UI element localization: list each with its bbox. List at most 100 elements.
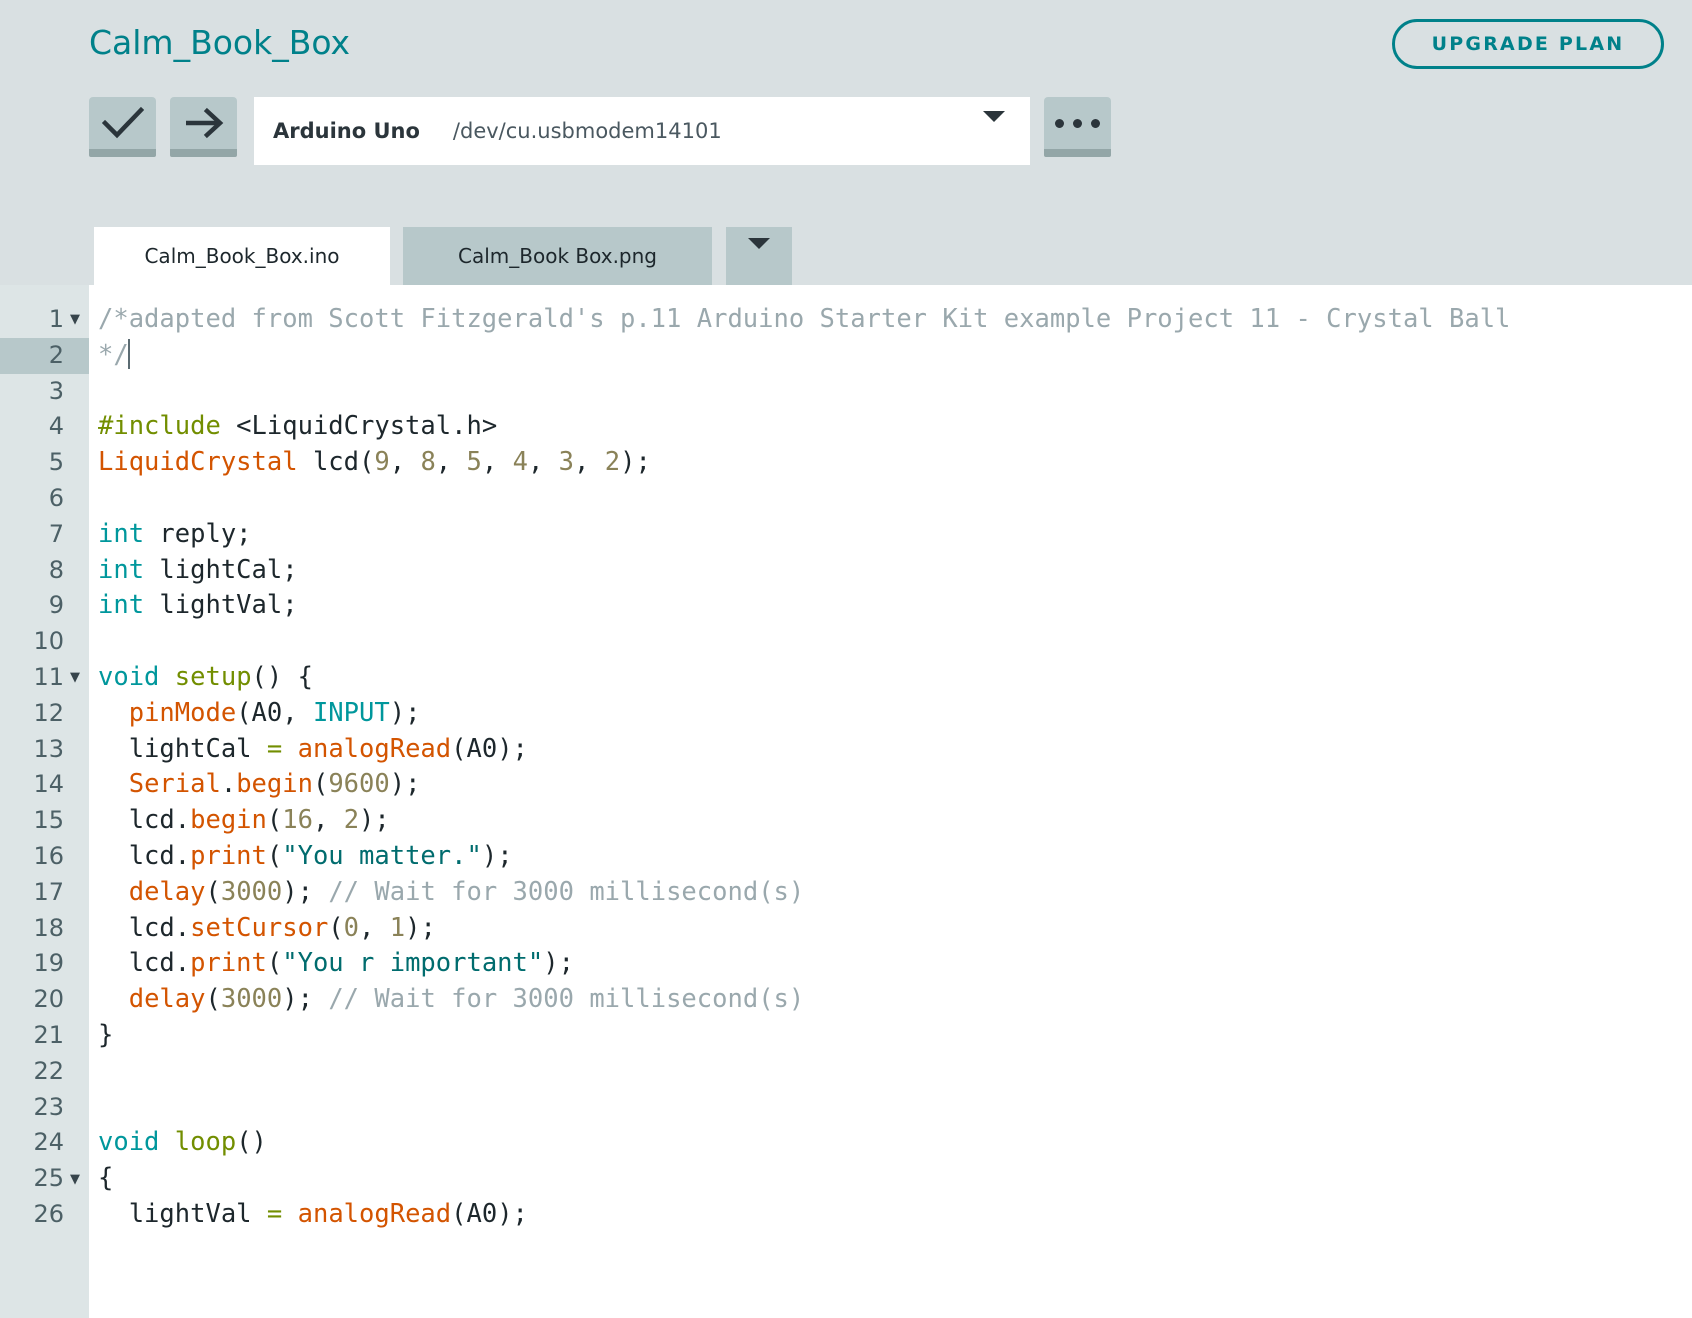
upgrade-plan-button[interactable]: UPGRADE PLAN (1392, 19, 1664, 69)
code-line[interactable]: 16▼ lcd.print("You matter."); (0, 839, 1692, 875)
code-token: , (312, 805, 344, 836)
code-token: 0 (343, 912, 360, 943)
code-line-content[interactable]: lcd.begin(16, 2); (89, 803, 390, 839)
line-number: 21▼ (0, 1018, 89, 1054)
code-line[interactable]: 25 ▼ { (0, 1161, 1692, 1197)
code-line-content[interactable]: { (89, 1161, 113, 1197)
board-port-selector[interactable]: Arduino Uno /dev/cu.usbmodem14101 (254, 97, 1030, 165)
code-token: begin (236, 769, 313, 800)
code-token: = (266, 733, 283, 764)
code-line-content[interactable]: pinMode(A0, INPUT); (89, 696, 421, 732)
code-line-content[interactable]: int reply; (89, 517, 252, 553)
code-line[interactable]: 13▼ lightCal = analogRead(A0); (0, 732, 1692, 768)
code-line[interactable]: 12▼ pinMode(A0, INPUT); (0, 696, 1692, 732)
code-line[interactable]: 15▼ lcd.begin(16, 2); (0, 803, 1692, 839)
code-line-content[interactable]: LiquidCrystal lcd(9, 8, 5, 4, 3, 2); (89, 445, 651, 481)
line-number: 10▼ (0, 624, 89, 660)
code-line[interactable]: 20▼ delay(3000); // Wait for 3000 millis… (0, 982, 1692, 1018)
code-line[interactable]: 19▼ lcd.print("You r important"); (0, 946, 1692, 982)
code-token: */ (98, 339, 129, 370)
code-line[interactable]: 11 ▼ void setup() { (0, 660, 1692, 696)
code-token: print (190, 840, 267, 871)
line-number-text: 11 (33, 662, 64, 691)
code-line[interactable]: 26▼ lightVal = analogRead(A0); (0, 1197, 1692, 1233)
code-token: pinMode (128, 697, 237, 728)
code-token: ( (266, 840, 283, 871)
code-line-content[interactable]: void loop() (89, 1125, 267, 1161)
code-line[interactable]: 21▼} (0, 1018, 1692, 1054)
code-line-content[interactable]: void setup() { (89, 660, 313, 696)
code-line[interactable]: 18▼ lcd.setCursor(0, 1); (0, 911, 1692, 947)
code-line[interactable]: 6▼ (0, 481, 1692, 517)
code-token: ( (312, 769, 329, 800)
code-token: lcd( (297, 447, 375, 478)
code-line-content[interactable]: lcd.setCursor(0, 1); (89, 911, 436, 947)
fold-triangle-icon[interactable]: ▼ (68, 671, 82, 684)
line-number: 19▼ (0, 946, 89, 982)
tab-dropdown-button[interactable] (726, 227, 792, 285)
code-line-content[interactable]: int lightCal; (89, 553, 298, 589)
chevron-down-icon[interactable] (983, 111, 1005, 140)
code-line-content[interactable]: lcd.print("You matter."); (89, 839, 513, 875)
code-token: delay (128, 984, 206, 1015)
code-lines[interactable]: 1 ▼/*adapted from Scott Fitzgerald's p.11… (0, 285, 1692, 1233)
code-token: setCursor (190, 912, 329, 943)
verify-button[interactable] (89, 97, 156, 157)
code-token: (A0); (451, 1198, 528, 1229)
code-line[interactable]: 3▼ (0, 374, 1692, 410)
code-line[interactable]: 4▼#include <LiquidCrystal.h> (0, 409, 1692, 445)
code-token: lightCal; (144, 554, 298, 585)
editor-toolbar: Arduino Uno /dev/cu.usbmodem14101 (0, 88, 1692, 188)
code-token: ( (266, 805, 283, 836)
line-number-text: 9 (48, 591, 64, 620)
code-line-content[interactable]: } (89, 1018, 113, 1054)
code-token: "You matter." (282, 840, 482, 871)
code-line-content[interactable]: lightVal = analogRead(A0); (89, 1197, 528, 1233)
line-number-text: 5 (48, 448, 64, 477)
line-number: 1 ▼ (0, 302, 89, 338)
code-line[interactable]: 10▼ (0, 624, 1692, 660)
code-line-content[interactable]: delay(3000); // Wait for 3000 millisecon… (89, 982, 805, 1018)
code-line[interactable]: 22▼ (0, 1054, 1692, 1090)
code-line-content[interactable]: lightCal = analogRead(A0); (89, 732, 528, 768)
line-number-text: 4 (48, 412, 64, 441)
code-line[interactable]: 23▼ (0, 1090, 1692, 1126)
fold-triangle-icon[interactable]: ▼ (68, 313, 82, 326)
code-line-content[interactable]: */ (89, 338, 130, 374)
line-number-text: 13 (33, 734, 64, 763)
code-line[interactable]: 1 ▼/*adapted from Scott Fitzgerald's p.11… (0, 302, 1692, 338)
code-line[interactable]: 5▼LiquidCrystal lcd(9, 8, 5, 4, 3, 2); (0, 445, 1692, 481)
code-line[interactable]: 24▼void loop() (0, 1125, 1692, 1161)
code-token: lcd. (98, 805, 191, 836)
code-line-content[interactable]: /*adapted from Scott Fitzgerald's p.11 A… (89, 302, 1510, 338)
code-line[interactable]: 2▼ */ (0, 337, 1692, 374)
code-line[interactable]: 8▼int lightCal; (0, 553, 1692, 589)
code-line[interactable]: 9▼int lightVal; (0, 588, 1692, 624)
code-editor[interactable]: 1 ▼/*adapted from Scott Fitzgerald's p.11… (0, 285, 1692, 1318)
code-token: 3 (558, 447, 575, 478)
code-token: } (98, 1019, 114, 1050)
line-number: 14▼ (0, 767, 89, 803)
code-token: 8 (420, 447, 436, 478)
code-line[interactable]: 14▼ Serial.begin(9600); (0, 767, 1692, 803)
more-options-button[interactable] (1044, 97, 1111, 157)
code-token: ); (405, 912, 436, 943)
code-line[interactable]: 7▼int reply; (0, 517, 1692, 553)
code-line-content[interactable]: Serial.begin(9600); (89, 767, 421, 803)
fold-triangle-icon[interactable]: ▼ (68, 1173, 82, 1186)
code-line-content[interactable]: delay(3000); // Wait for 3000 millisecon… (89, 875, 805, 911)
code-line-content[interactable]: int lightVal; (89, 588, 298, 624)
upload-button[interactable] (170, 97, 237, 157)
code-token: 16 (282, 805, 313, 836)
code-line-content[interactable]: #include <LiquidCrystal.h> (89, 409, 497, 445)
tab-calm-book-box-png[interactable]: Calm_Book Box.png (403, 227, 712, 285)
code-token: , (389, 447, 421, 478)
line-number-text: 26 (33, 1199, 64, 1228)
code-line[interactable]: 17▼ delay(3000); // Wait for 3000 millis… (0, 875, 1692, 911)
line-number-text: 8 (48, 555, 64, 584)
code-token: loop (174, 1127, 237, 1158)
code-line-content[interactable]: lcd.print("You r important"); (89, 946, 574, 982)
tab-calm-book-box-ino[interactable]: Calm_Book_Box.ino (94, 227, 390, 285)
line-number: 26▼ (0, 1197, 89, 1233)
